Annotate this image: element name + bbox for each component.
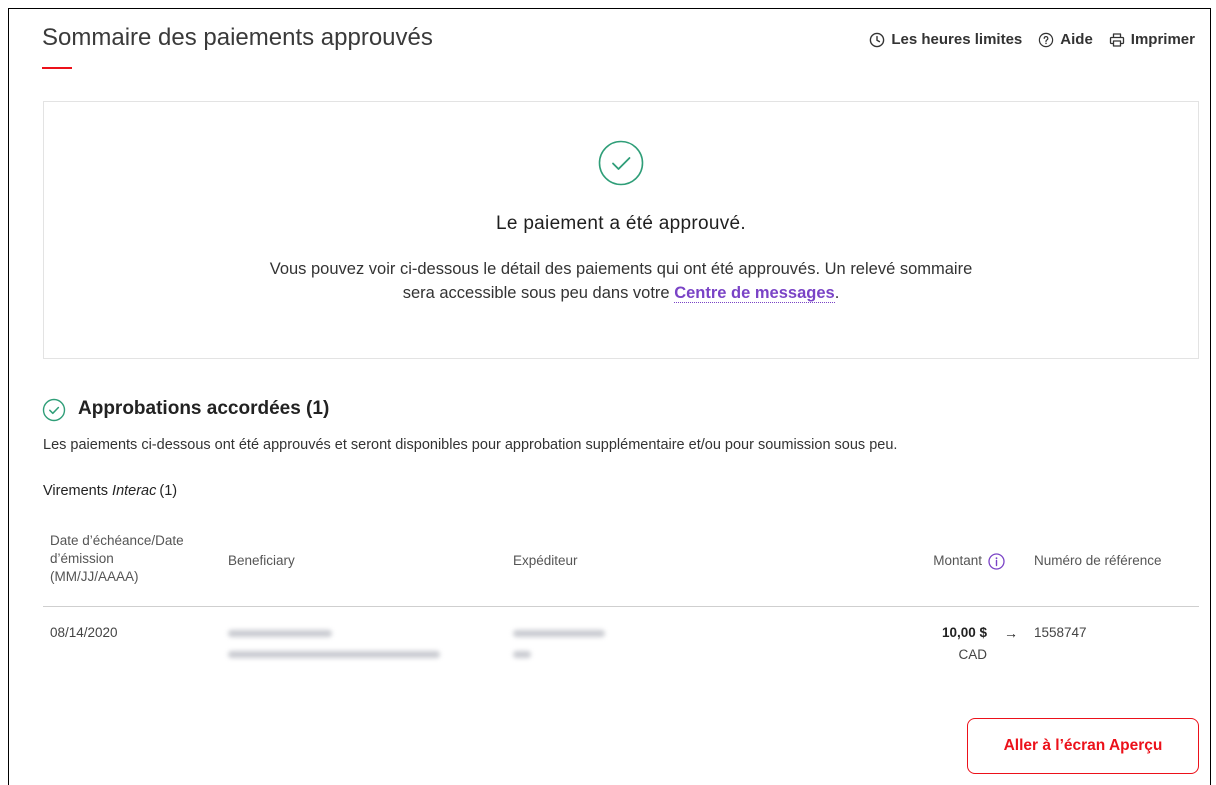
column-header-sender: Expéditeur [513,553,578,568]
transfer-group-prefix: Virements [43,483,109,499]
column-header-beneficiary: Beneficiary [228,553,295,568]
confirmation-panel: Le paiement a été approuvé. Vous pouvez … [43,101,1199,359]
go-to-overview-button[interactable]: Aller à l’écran Aperçu [967,718,1199,774]
page-title: Sommaire des paiements approuvés [42,24,433,51]
header-links: Les heures limites Aide Imprimer [869,30,1195,50]
redacted-beneficiary-name [228,630,332,637]
column-header-date-line: Date d’échéance/Date [50,533,184,548]
column-header-date-line: d’émission [50,551,114,566]
confirmation-message-line1: Vous pouvez voir ci-dessous le détail de… [269,260,973,278]
help-link[interactable]: Aide [1038,30,1093,50]
cutoff-times-link[interactable]: Les heures limites [869,30,1022,50]
title-accent-rule [42,67,72,69]
printer-icon [1109,32,1125,48]
transfer-group-count: (1) [159,483,178,499]
arrow-right-icon: → [1004,625,1018,641]
confirmation-heading: Le paiement a été approuvé. [496,213,746,234]
table-header-divider [43,606,1199,607]
redacted-sender-name [513,630,605,637]
info-icon[interactable] [988,552,1005,570]
confirmation-message-prefix: sera accessible sous peu dans votre [402,284,675,302]
column-header-amount-label: Montant [933,553,982,568]
check-circle-icon [42,398,66,422]
confirmation-message: Vous pouvez voir ci-dessous le détail de… [44,257,1198,305]
column-header-reference: Numéro de référence [1034,553,1162,568]
approvals-title: Approbations accordées (1) [78,398,330,419]
print-label: Imprimer [1130,31,1195,48]
row-date: 08/14/2020 [50,625,118,640]
confirmation-message-line2: sera accessible sous peu dans votre Cent… [44,281,1198,305]
confirmation-message-suffix: . [834,284,840,302]
redacted-sender-detail [513,651,531,658]
help-label: Aide [1060,31,1093,48]
row-amount: 10,00 $ CAD [880,622,987,666]
column-header-amount: Montant [880,552,1005,570]
transfer-group-brand: Interac [112,483,157,499]
clock-icon [869,32,885,48]
column-header-date-line: (MM/JJ/AAAA) [50,569,139,584]
check-circle-icon [598,140,644,186]
help-circle-icon [1038,32,1054,48]
approvals-description: Les paiements ci-dessous ont été approuv… [43,437,898,453]
transfer-group-label: Virements Interac (1) [43,481,177,501]
redacted-beneficiary-email [228,651,440,658]
row-reference: 1558747 [1034,625,1087,640]
cutoff-times-label: Les heures limites [891,31,1023,48]
print-link[interactable]: Imprimer [1109,30,1195,50]
row-amount-currency: CAD [958,647,987,662]
column-header-date: Date d’échéance/Date d’émission (MM/JJ/A… [50,532,184,586]
row-amount-value: 10,00 $ [941,625,987,640]
message-centre-link[interactable]: Centre de messages [674,284,835,303]
